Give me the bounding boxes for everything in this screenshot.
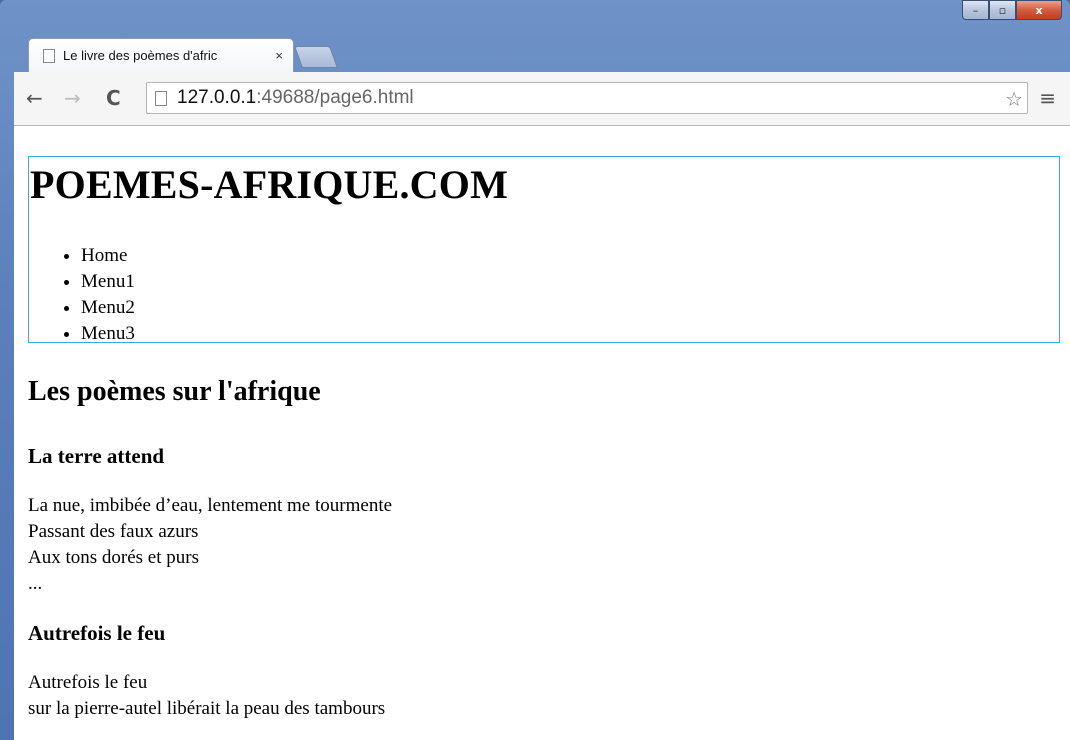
window-controls: – ▫ x [962,0,1062,22]
nav-item-menu2[interactable]: Menu2 [81,295,135,321]
poem-line: Aux tons dorés et purs [28,547,199,568]
close-tab-icon[interactable]: × [275,48,283,63]
site-title: POEMES-AFRIQUE.COM [30,162,509,207]
site-header: POEMES-AFRIQUE.COM Home Menu1 Menu2 Menu… [28,156,1060,344]
page-viewport: POEMES-AFRIQUE.COM Home Menu1 Menu2 Menu… [14,126,1070,740]
tab-active[interactable]: Le livre des poèmes d'afric × [28,38,294,72]
nav-item-menu3[interactable]: Menu3 [81,321,135,347]
url-path: :49688/page6.html [256,87,414,108]
tab-strip: Le livre des poèmes d'afric × [0,34,1070,72]
page-icon [155,90,167,106]
main-content: Les poèmes sur l'afrique La terre attend… [28,376,1058,722]
poem-line: sur la pierre-autel libérait la peau des… [28,698,386,719]
poem-line: ... [28,573,43,594]
forward-arrow-icon[interactable]: → [64,86,81,110]
browser-window: – ▫ x Le livre des poèmes d'afric × ← → … [0,0,1070,740]
url-host: 127.0.0.1 [177,87,257,108]
menu-icon[interactable]: ≡ [1039,86,1056,110]
tab-title: Le livre des poèmes d'afric [63,48,218,63]
page-heading: Les poèmes sur l'afrique [28,376,321,407]
minimize-button[interactable]: – [962,0,989,20]
bookmark-star-icon[interactable]: ☆ [1005,87,1023,111]
nav-menu: Home Menu1 Menu2 Menu3 [81,243,135,347]
maximize-button[interactable]: ▫ [989,0,1016,20]
close-window-button[interactable]: x [1016,0,1062,20]
nav-item-menu1[interactable]: Menu1 [81,269,135,295]
poem-body: Autrefois le feu sur la pierre-autel lib… [28,670,1058,722]
new-tab-button[interactable] [293,46,339,68]
address-bar[interactable]: 127.0.0.1:49688/page6.html ☆ [146,82,1028,114]
back-arrow-icon[interactable]: ← [26,86,43,110]
poem-line: Autrefois le feu [28,672,148,693]
nav-item-home[interactable]: Home [81,243,135,269]
page-icon [43,48,55,63]
poem-body: La nue, imbibée d’eau, lentement me tour… [28,493,1058,597]
poem-line: Passant des faux azurs [28,521,199,542]
browser-toolbar: ← → C 127.0.0.1:49688/page6.html ☆ ≡ [14,72,1070,126]
poem-line: La nue, imbibée d’eau, lentement me tour… [28,495,393,516]
poem-title: Autrefois le feu [28,621,166,645]
reload-icon[interactable]: C [106,86,121,110]
poem-title: La terre attend [28,444,165,468]
